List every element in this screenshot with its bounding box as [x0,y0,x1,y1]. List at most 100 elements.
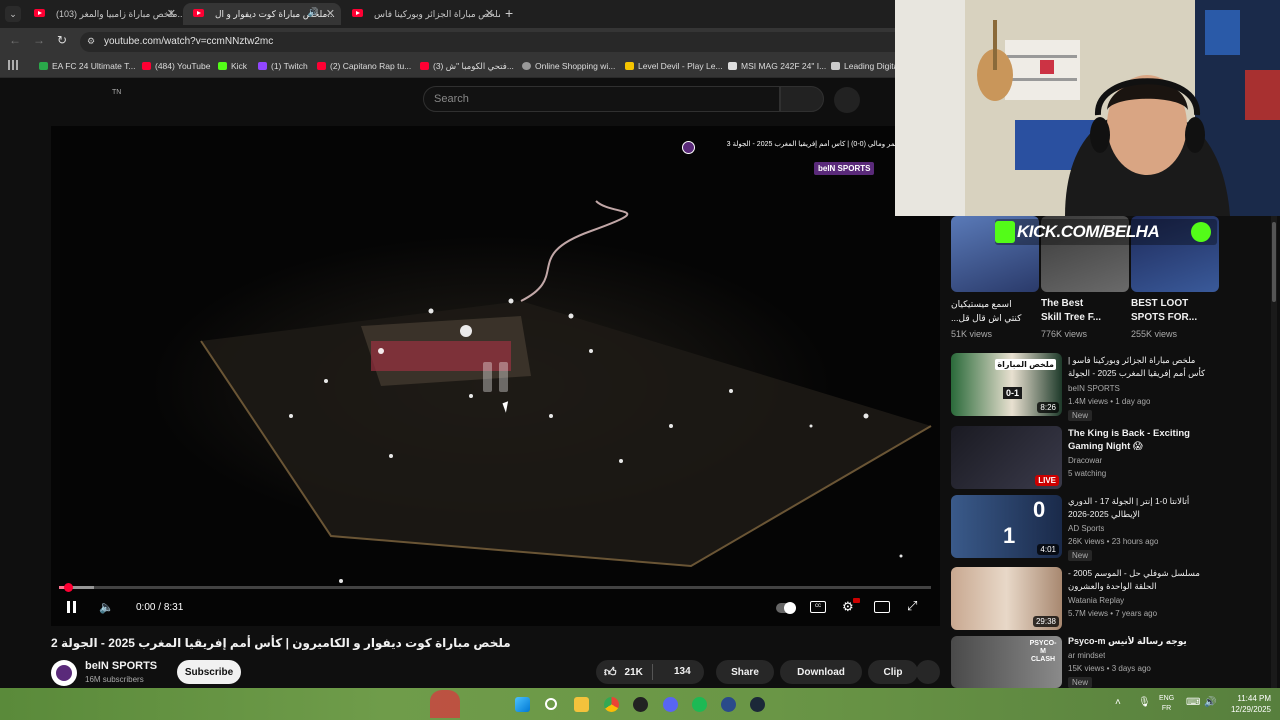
video-title[interactable]: Psyco-m يوجه رسالة لأنيس [1068,636,1218,647]
bookmark-item[interactable]: EA FC 24 Ultimate T... [39,61,135,71]
clock[interactable]: 11:44 PM 12/29/2025 [1225,693,1271,715]
site-info-icon[interactable]: ⚙ [87,36,95,47]
progress-scrubber[interactable] [63,583,73,592]
youtube-icon [193,9,204,17]
browser-tab-active[interactable]: ملخص مباراة كوت ديفوار و ال... 🔊 ✕ [183,3,341,25]
spotify-icon[interactable] [692,697,707,712]
video-player[interactable]: مباراة جزر القمر ومالي (0-0) | كأس أمم إ… [51,126,940,626]
taskbar-wallpaper-figure [430,690,460,718]
language-indicator[interactable]: ENG FR [1159,694,1174,714]
new-tab-icon[interactable]: + [505,5,513,21]
close-icon[interactable]: ✕ [326,7,335,20]
speaker-tray-icon[interactable]: 🔊 [1204,697,1216,708]
short-views: 255K views [1131,329,1178,339]
new-badge: New [1068,677,1093,688]
video-meta: 5 watching [1068,469,1107,478]
short-views: 51K views [951,329,993,339]
start-icon[interactable] [515,697,530,712]
autoplay-toggle[interactable] [776,602,796,614]
short-views: 776K views [1041,329,1088,339]
video-thumbnail[interactable]: ملخص المباراة 0-1 8:26 [951,353,1062,416]
video-channel[interactable]: beIN SPORTS [1068,384,1120,393]
video-thumbnail[interactable]: LIVE [951,426,1062,489]
bookmark-item[interactable]: Level Devil - Play Le... [625,61,723,71]
app-icon[interactable] [633,697,648,712]
tray-chevron-icon[interactable]: ˄ [1115,697,1121,708]
bookmark-item[interactable]: Online Shopping wi... [522,61,615,71]
bookmark-item[interactable]: (484) YouTube [142,61,210,71]
video-title[interactable]: مسلسل شوفلي حل - الموسم 2005 - الحلقة ال… [1068,567,1208,593]
video-meta: 5.7M views • 7 years ago [1068,609,1158,618]
network-icon[interactable]: ⌨ [1186,697,1200,708]
pause-button[interactable] [66,601,78,613]
short-title[interactable]: BEST LOOT SPOTS FOR... [1131,297,1219,325]
channel-avatar[interactable] [51,660,77,686]
bookmark-item[interactable]: Kick [218,61,247,71]
video-title[interactable]: أتالانتا 0-1 إنتر | الجولة 17 - الدوري ا… [1068,495,1208,521]
captions-icon[interactable]: cc [810,601,826,613]
video-thumbnail[interactable]: PSYCO-M CLASH [951,636,1062,688]
tab-label: ملخص مباراة الجزائر وبوركينا فاس... [374,8,500,19]
reload-icon[interactable]: ↻ [57,33,67,47]
browser-tab[interactable]: (103) ملخص مباراة زامبيا والمغر... ✕ [24,3,182,25]
video-channel[interactable]: AD Sports [1068,524,1104,533]
webcam-image [895,0,1280,216]
clip-button[interactable]: Clip [868,660,918,684]
more-actions-button[interactable] [916,660,940,684]
discord-icon[interactable] [663,697,678,712]
short-title[interactable]: The Best Skill Tree F... [1041,297,1129,325]
video-title[interactable]: The King is Back - Exciting Gaming Night… [1068,427,1218,453]
video-thumbnail[interactable]: 0 1 4:01 [951,495,1062,558]
file-explorer-icon[interactable] [574,697,589,712]
subscribe-button[interactable]: Subscribe [177,660,241,684]
verified-icon [1191,222,1211,242]
pause-indicator-icon [483,362,509,392]
channel-name[interactable]: beIN SPORTS [85,660,157,672]
bookmark-item[interactable]: (1) Twitch [258,61,308,71]
search-button[interactable] [780,86,824,112]
video-title[interactable]: ملخص مباراة الجزائر وبوركينا فاسو | كأس … [1068,354,1208,380]
speaker-icon[interactable]: 🔊 [308,7,319,18]
kick-logo-icon [995,221,1015,243]
youtube-icon [34,9,45,17]
close-icon[interactable]: ✕ [167,7,176,20]
close-icon[interactable]: ✕ [485,7,494,20]
settings-icon[interactable]: ⚙ [842,599,854,615]
mic-icon[interactable] [834,87,860,113]
miniplayer-icon[interactable] [874,601,890,613]
live-badge: LIVE [1035,475,1059,486]
progress-bar[interactable] [59,583,931,592]
share-button[interactable]: Share [716,660,774,684]
short-title[interactable]: اسمع ميستيكيان كنتي اش قال قل... [951,297,1036,325]
chrome-icon[interactable] [604,697,619,712]
url-text[interactable]: youtube.com/watch?v=ccmNNztw2mc [104,36,273,47]
subscriber-count: 16M subscribers [85,675,144,684]
video-thumbnail[interactable]: 29:38 [951,567,1062,630]
app-icon[interactable] [721,697,736,712]
apps-icon[interactable] [8,60,18,70]
bookmark-item[interactable]: (2) Capitano Rap tu... [317,61,411,71]
steam-icon[interactable] [750,697,765,712]
search-icon[interactable] [545,698,557,710]
fullscreen-icon[interactable]: ⤢ [907,598,917,614]
video-channel[interactable]: Dracowar [1068,456,1102,465]
volume-icon[interactable]: 🔈 [99,600,114,614]
video-channel[interactable]: ar mindset [1068,651,1105,660]
new-badge: New [1068,550,1093,561]
bein-watermark: beIN SPORTS [814,162,875,175]
video-meta: 26K views • 23 hours ago [1068,537,1159,546]
bookmark-item[interactable]: (3) فتحي الكومبا "ش... [420,61,514,72]
bookmark-item[interactable]: MSI MAG 242F 24" I... [728,61,826,71]
forward-icon[interactable]: → [33,33,45,47]
back-icon[interactable]: ← [9,33,21,47]
duration-badge: 8:26 [1037,402,1059,413]
duration-badge: 29:38 [1032,616,1059,627]
browser-tab[interactable]: ملخص مباراة الجزائر وبوركينا فاس... ✕ [342,3,500,25]
video-channel[interactable]: Watania Replay [1068,596,1124,605]
sidebar-scrollbar[interactable] [1271,216,1277,688]
mic-tray-icon[interactable]: 🎙︎ [1138,697,1151,708]
tab-search-button[interactable]: ⌄ [5,6,21,22]
download-button[interactable]: Download [780,660,862,684]
search-input[interactable]: Search [423,86,780,112]
comment-count[interactable]: 134 [674,666,691,677]
